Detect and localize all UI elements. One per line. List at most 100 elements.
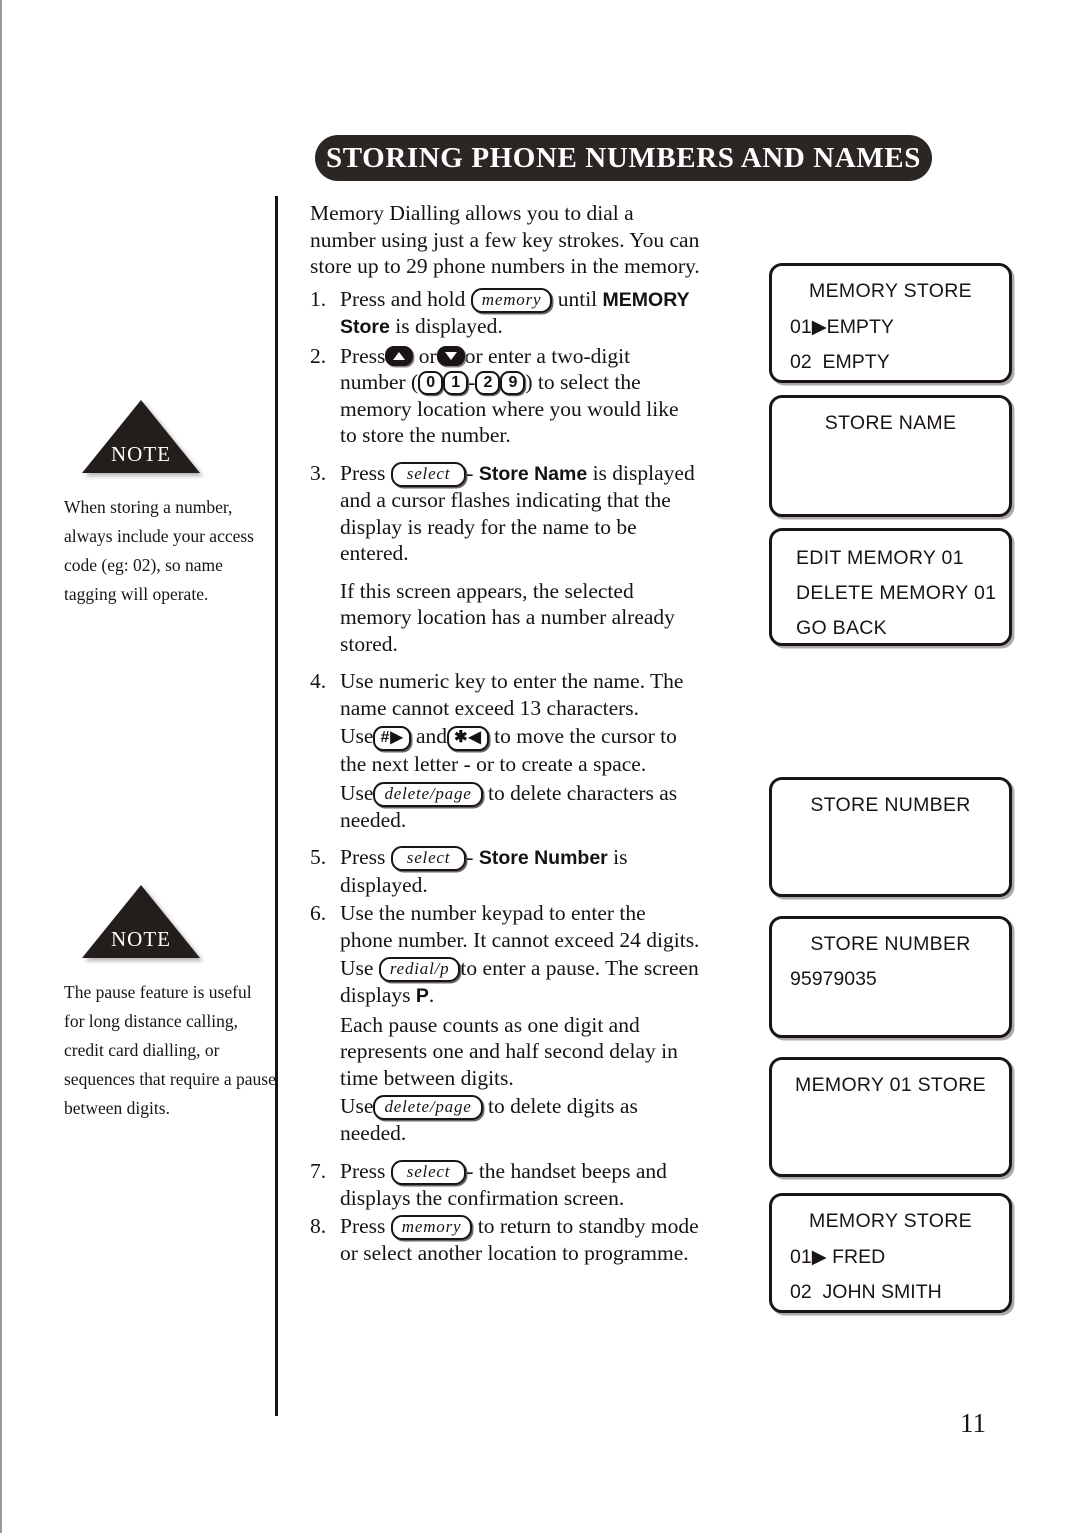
note-triangle-icon: NOTE bbox=[82, 400, 200, 475]
lcd-screen-memory-01-store: MEMORY 01 STORE bbox=[769, 1057, 1012, 1177]
lcd-title: STORE NUMBER bbox=[810, 933, 971, 955]
step-text-a: Use the number keypad to enter the phone… bbox=[340, 901, 700, 952]
display-text-store-number: Store Number bbox=[478, 847, 608, 869]
steps-list: 1. Press and hold memory until MEMORY St… bbox=[310, 286, 700, 1267]
column-divider bbox=[275, 196, 278, 1416]
step-1: 1. Press and hold memory until MEMORY St… bbox=[310, 286, 700, 341]
lcd-menu-item-edit[interactable]: EDIT MEMORY 01 bbox=[772, 547, 1009, 570]
text-use: Use bbox=[340, 956, 374, 980]
text-and: and bbox=[416, 724, 448, 748]
display-text-memory: MEMORY bbox=[602, 288, 690, 311]
note-text: The pause feature is useful for long dis… bbox=[64, 982, 276, 1118]
step-6: 6. Use the number keypad to enter the ph… bbox=[310, 900, 700, 953]
text-use: Use bbox=[340, 724, 374, 748]
page-number: 11 bbox=[960, 1408, 986, 1438]
delete-page-key-button[interactable]: delete/page bbox=[373, 1095, 483, 1120]
step-4-cursor-instruction: Use #▶ and ✱◀ to move the cursor to the ne… bbox=[310, 723, 700, 778]
note-block-pause-feature: NOTE The pause feature is useful for lon… bbox=[64, 885, 276, 1123]
note-block-access-code: NOTE When storing a number, always inclu… bbox=[64, 400, 276, 609]
lcd-screen-store-name: STORE NAME bbox=[769, 395, 1012, 517]
step-3: 3. Press select - Store Name is displayed… bbox=[310, 460, 700, 567]
select-key-button[interactable]: select bbox=[390, 461, 467, 487]
lcd-title: MEMORY STORE bbox=[809, 1210, 972, 1232]
note-label: NOTE bbox=[111, 442, 171, 466]
lcd-title: MEMORY 01 STORE bbox=[795, 1074, 986, 1096]
step-text-a: Press bbox=[340, 1214, 386, 1238]
down-arrow-key[interactable] bbox=[436, 345, 465, 366]
step-text-a: Press bbox=[340, 1158, 386, 1183]
digit-key-1[interactable]: 1 bbox=[443, 371, 469, 395]
page-header-banner: STORING PHONE NUMBERS AND NAMES bbox=[315, 135, 932, 181]
dash: - bbox=[466, 460, 474, 485]
redial-pause-key-button[interactable]: redial/p bbox=[378, 957, 461, 982]
range-dash: - bbox=[468, 370, 476, 394]
lcd-menu-item-go-back[interactable]: GO BACK bbox=[772, 617, 1009, 640]
step-number: 1. bbox=[310, 286, 327, 311]
lcd-screen-memory-store-empty: MEMORY STORE 01▶EMPTY 02 EMPTY bbox=[769, 263, 1012, 383]
lcd-title: MEMORY STORE bbox=[809, 280, 972, 302]
step-4-delete-instruction: Use delete/page to delete characters as n… bbox=[310, 780, 700, 834]
lcd-row: 02 JOHN SMITH bbox=[790, 1281, 942, 1303]
step-text-a: Press bbox=[340, 460, 386, 485]
step-number: 4. bbox=[310, 669, 327, 693]
step-6-pause-instruction: Use redial/p to enter a pause. The screen… bbox=[310, 955, 700, 1010]
step-3-note: If this screen appears, the selected mem… bbox=[340, 578, 675, 656]
lcd-title: STORE NUMBER bbox=[810, 794, 971, 816]
step-4: 4. Use numeric key to enter the name. Th… bbox=[310, 668, 700, 721]
up-arrow-key[interactable] bbox=[385, 345, 414, 366]
step-5: 5. Press select - Store Number is display… bbox=[310, 844, 700, 898]
instructions-column: Memory Dialling allows you to dial a num… bbox=[310, 200, 700, 1269]
digit-key-9[interactable]: 9 bbox=[500, 371, 526, 395]
step-2: 2. Press or or enter a two-digit number (… bbox=[310, 343, 700, 449]
select-key-button[interactable]: select bbox=[390, 846, 467, 871]
period: . bbox=[428, 983, 435, 1007]
arrow-down-icon bbox=[444, 351, 457, 360]
lcd-title: STORE NAME bbox=[824, 412, 957, 434]
step-number: 7. bbox=[310, 1158, 327, 1183]
note-text: When storing a number, always include yo… bbox=[64, 497, 254, 604]
display-text-store-name: Store Name bbox=[478, 462, 588, 485]
step-number: 5. bbox=[310, 845, 327, 869]
step-7: 7. Press select - the handset beeps and d… bbox=[310, 1158, 700, 1212]
step-text-a: Press bbox=[340, 845, 386, 869]
page-title: STORING PHONE NUMBERS AND NAMES bbox=[326, 141, 921, 174]
step-number: 8. bbox=[310, 1214, 327, 1238]
lcd-screen-memory-store-filled: MEMORY STORE 01▶ FRED 02 JOHN SMITH bbox=[769, 1193, 1012, 1313]
step-text-c: is displayed. bbox=[395, 314, 503, 338]
step-number: 6. bbox=[310, 901, 327, 925]
step-8: 8. Press memory to return to standby mod… bbox=[310, 1213, 700, 1267]
lcd-row-number: 95979035 bbox=[790, 968, 877, 990]
step-text-b: until bbox=[557, 286, 598, 311]
select-key-button[interactable]: select bbox=[390, 1159, 467, 1185]
memory-key-button[interactable]: memory bbox=[390, 1215, 473, 1240]
lcd-row: 01▶ FRED bbox=[790, 1246, 886, 1268]
step-number: 2. bbox=[310, 343, 327, 368]
lcd-menu-item-delete[interactable]: DELETE MEMORY 01 bbox=[772, 582, 1009, 605]
intro-paragraph: Memory Dialling allows you to dial a num… bbox=[310, 201, 700, 278]
lcd-row: 01▶EMPTY bbox=[790, 316, 894, 338]
text-use: Use bbox=[340, 780, 374, 805]
step-text-a: Press and hold bbox=[340, 286, 466, 311]
dash: - bbox=[466, 845, 474, 869]
step-text-or: or bbox=[418, 343, 437, 368]
memory-key-button[interactable]: memory bbox=[470, 287, 553, 313]
arrow-up-icon bbox=[393, 351, 406, 360]
lcd-screen-store-number-filled: STORE NUMBER 95979035 bbox=[769, 916, 1012, 1038]
step-6-pause-explanation: Each pause counts as one digit and repre… bbox=[340, 1012, 678, 1090]
digit-key-2[interactable]: 2 bbox=[475, 371, 501, 395]
step-text-b: - the handset beeps and displays the con… bbox=[340, 1158, 667, 1210]
step-number: 3. bbox=[310, 460, 327, 485]
hash-right-key[interactable]: #▶ bbox=[373, 726, 411, 751]
step-text-a: Press bbox=[340, 343, 386, 368]
step-text-a: Use numeric key to enter the name. The n… bbox=[340, 669, 684, 720]
display-text-p: P bbox=[415, 985, 429, 1007]
digit-key-0[interactable]: 0 bbox=[418, 371, 444, 395]
manual-page: STORING PHONE NUMBERS AND NAMES NOTE Whe… bbox=[0, 0, 1080, 1533]
lcd-screen-store-number-empty: STORE NUMBER bbox=[769, 777, 1012, 897]
delete-page-key-button[interactable]: delete/page bbox=[373, 781, 483, 807]
note-triangle-icon: NOTE bbox=[82, 885, 200, 960]
note-label: NOTE bbox=[111, 927, 171, 951]
step-6-delete-instruction: Use delete/page to delete digits as neede… bbox=[310, 1093, 700, 1147]
star-left-key[interactable]: ✱◀ bbox=[447, 726, 489, 751]
display-text-store: Store bbox=[340, 316, 390, 338]
